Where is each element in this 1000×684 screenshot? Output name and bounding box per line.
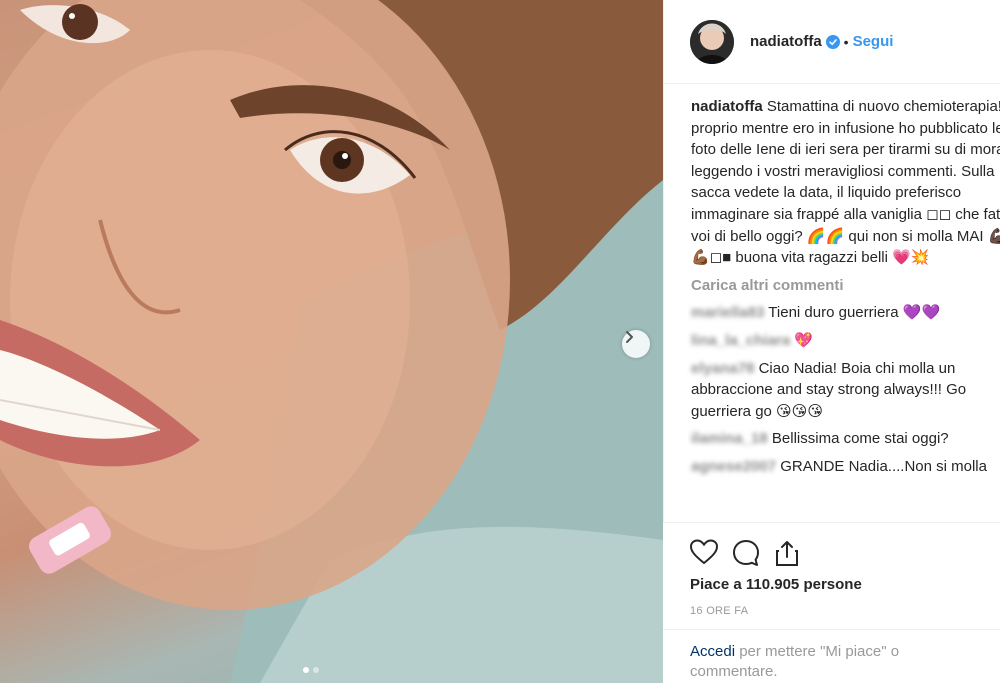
carousel-indicator [303, 667, 319, 673]
comment-username[interactable]: mariella83 [691, 304, 764, 321]
carousel-dot-active [303, 667, 309, 673]
post-caption: nadiatoffa Stamattina di nuovo chemioter… [691, 96, 1000, 269]
comments-list: nadiatoffa Stamattina di nuovo chemioter… [691, 96, 1000, 478]
share-icon[interactable] [774, 539, 800, 567]
avatar-image [690, 19, 734, 64]
comment-username[interactable]: ilamina_18 [691, 430, 768, 447]
comment-item: elyana78 Ciao Nadia! Boia chi molla un a… [691, 358, 1000, 423]
comment-text: GRANDE Nadia....Non si molla [780, 457, 987, 475]
next-photo-button[interactable] [622, 330, 650, 358]
comment-bubble-icon[interactable] [732, 539, 760, 567]
action-icons [690, 539, 800, 567]
login-prompt: Accedi per mettere "Mi piace" o commenta… [663, 629, 1000, 684]
load-more-comments-button[interactable]: Carica altri commenti [691, 275, 1000, 297]
comment-username[interactable]: agnese2007 [691, 458, 776, 475]
comment-username[interactable]: elyana78 [691, 360, 754, 377]
header-separator: • [843, 33, 849, 50]
comment-text: 💖 [794, 331, 814, 349]
header-username[interactable]: nadiatoffa [750, 33, 822, 50]
comment-text: Bellissima come stai oggi? [771, 430, 949, 448]
comment-item: ilamina_18 Bellissima come stai oggi? [691, 428, 1000, 450]
photo-illustration [0, 0, 663, 683]
comment-item: agnese2007 GRANDE Nadia....Non si molla [691, 456, 1000, 478]
heart-icon[interactable] [690, 539, 718, 567]
post-timestamp[interactable]: 16 ORE FA [690, 605, 748, 617]
login-link[interactable]: Accedi [690, 643, 735, 660]
comment-item: mariella83 Tieni duro guerriera 💜💜 [691, 302, 1000, 324]
caption-text: Stamattina di nuovo chemioterapia! E pro… [691, 98, 1000, 267]
chevron-right-icon [626, 331, 633, 343]
follow-button[interactable]: Segui [853, 33, 894, 50]
avatar[interactable] [690, 19, 734, 64]
comment-item: lina_la_chiara 💖 [691, 330, 1000, 352]
post-photo[interactable] [0, 0, 663, 683]
verified-badge-icon [825, 34, 840, 49]
caption-username[interactable]: nadiatoffa [691, 98, 763, 115]
comment-username[interactable]: lina_la_chiara [691, 332, 790, 349]
carousel-dot [313, 667, 319, 673]
post-actions: Piace a 110.905 persone 16 ORE FA Accedi… [663, 522, 1000, 684]
post-header: nadiatoffa • Segui [664, 0, 1000, 84]
likes-count[interactable]: Piace a 110.905 persone [690, 576, 862, 593]
comment-text: Tieni duro guerriera 💜💜 [768, 304, 941, 322]
